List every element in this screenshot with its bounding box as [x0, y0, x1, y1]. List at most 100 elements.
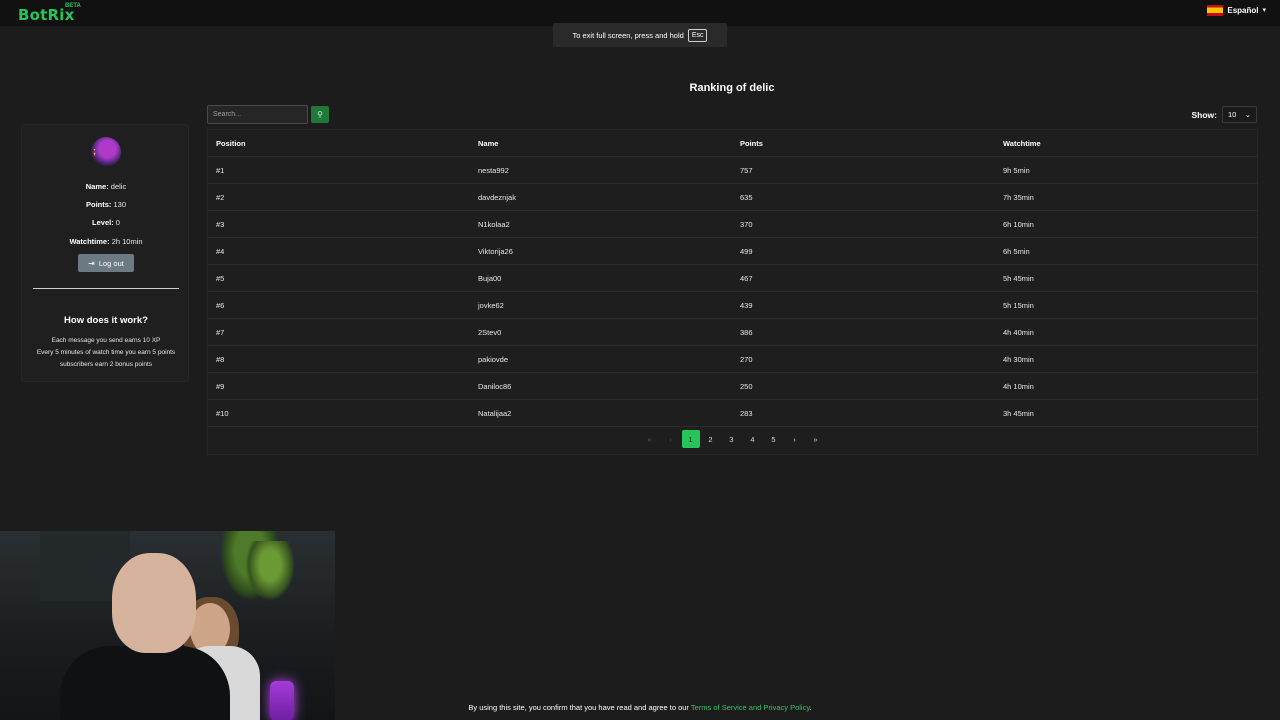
logout-label: Log out	[98, 258, 124, 268]
cell-points: 250	[740, 381, 753, 391]
profile-card: ; Name: delic Points: 130 Level: 0 Watch…	[21, 124, 189, 382]
table-row: #2 davdeznjak 635 7h 35min	[208, 184, 1257, 211]
cell-name: Daniloc86	[478, 381, 512, 391]
ranking-table: Position Name Points Watchtime #1 nesta99…	[207, 129, 1258, 455]
webcam-person-head	[112, 553, 196, 653]
chevron-down-icon: ▾	[1262, 7, 1266, 14]
page-button-1[interactable]: 1	[681, 430, 700, 448]
cell-watchtime: 4h 10min	[1003, 381, 1034, 391]
table-row: #6 jovke62 439 5h 15min	[208, 292, 1257, 319]
prev-page-button[interactable]: ‹	[661, 430, 681, 448]
first-page-button[interactable]: «	[640, 430, 660, 448]
cell-points: 386	[740, 327, 753, 337]
cell-name: pakiovde	[478, 354, 509, 364]
chevron-down-icon: ⌄	[1244, 110, 1251, 119]
cell-position: #3	[216, 219, 225, 229]
watchtime-label: Watchtime:	[69, 237, 110, 246]
footer-text: By using this site, you confirm that you…	[468, 703, 691, 712]
table-row: #10 Natalijaa2 283 3h 45min	[208, 400, 1257, 427]
cell-points: 635	[740, 192, 753, 202]
page-button-4[interactable]: 4	[743, 430, 763, 448]
column-header-watchtime[interactable]: Watchtime	[1003, 139, 1041, 148]
column-header-position[interactable]: Position	[216, 139, 246, 148]
profile-name: Name: delic	[22, 182, 190, 191]
profile-level: Level: 0	[22, 218, 190, 227]
column-header-name[interactable]: Name	[478, 139, 498, 148]
cell-points: 270	[740, 354, 753, 364]
page-button-2[interactable]: 2	[701, 430, 721, 448]
cell-name: davdeznjak	[478, 192, 516, 202]
profile-watchtime: Watchtime: 2h 10min	[22, 237, 190, 246]
cell-points: 439	[740, 300, 753, 310]
show-label: Show:	[1191, 109, 1218, 120]
cell-position: #1	[216, 165, 225, 175]
cell-name: jovke62	[478, 300, 504, 310]
footer-notice: By using this site, you confirm that you…	[0, 703, 1280, 712]
spain-flag-icon	[1207, 4, 1224, 16]
esc-key-badge: Esc	[687, 28, 708, 42]
logout-icon: ⇥	[88, 258, 95, 268]
cell-watchtime: 4h 30min	[1003, 354, 1034, 364]
cell-watchtime: 4h 40min	[1003, 327, 1034, 337]
profile-points: Points: 130	[22, 200, 190, 209]
cell-position: #2	[216, 192, 225, 202]
search-input[interactable]	[207, 105, 308, 124]
cell-name: Buja00	[478, 273, 502, 283]
terms-link[interactable]: Terms of Service and Privacy Policy	[691, 703, 810, 712]
webcam-plant	[245, 541, 295, 601]
table-header: Position Name Points Watchtime	[208, 130, 1257, 157]
table-row: #8 pakiovde 270 4h 30min	[208, 346, 1257, 373]
last-page-button[interactable]: »	[806, 430, 826, 448]
name-label: Name:	[85, 182, 109, 191]
toast-text: To exit full screen, press and hold	[572, 30, 684, 40]
cell-watchtime: 9h 5min	[1003, 165, 1030, 175]
cell-position: #9	[216, 381, 225, 391]
webcam-overlay	[0, 531, 335, 720]
table-row: #1 nesta992 757 9h 5min	[208, 157, 1257, 184]
points-label: Points:	[85, 200, 112, 209]
table-row: #3 N1kolaa2 370 6h 10min	[208, 211, 1257, 238]
table-row: #5 Buja00 467 5h 45min	[208, 265, 1257, 292]
cell-watchtime: 3h 45min	[1003, 408, 1034, 418]
column-header-points[interactable]: Points	[740, 139, 763, 148]
cell-name: Natalijaa2	[478, 408, 512, 418]
logout-button[interactable]: ⇥ Log out	[78, 254, 134, 272]
footer-end: .	[809, 703, 812, 712]
cell-position: #5	[216, 273, 225, 283]
page-size-select[interactable]: 10 ⌄	[1222, 106, 1257, 123]
page-button-3[interactable]: 3	[722, 430, 742, 448]
cell-position: #10	[216, 408, 229, 418]
page-size-value: 10	[1228, 110, 1237, 119]
cell-watchtime: 6h 10min	[1003, 219, 1034, 229]
cell-watchtime: 5h 45min	[1003, 273, 1034, 283]
cell-name: 2Stev0	[478, 327, 502, 337]
cell-name: nesta992	[478, 165, 509, 175]
cell-position: #4	[216, 246, 225, 256]
page-button-5[interactable]: 5	[764, 430, 784, 448]
search-icon: ⚲	[317, 110, 323, 119]
cell-points: 370	[740, 219, 753, 229]
watchtime-value: 2h 10min	[111, 237, 143, 246]
level-label: Level:	[92, 218, 114, 227]
cell-points: 467	[740, 273, 753, 283]
table-row: #4 Viktorija26 499 6h 5min	[208, 238, 1257, 265]
table-row: #7 2Stev0 386 4h 40min	[208, 319, 1257, 346]
page-size-control: Show: 10 ⌄	[1191, 106, 1257, 123]
cell-points: 757	[740, 165, 753, 175]
table-row: #9 Daniloc86 250 4h 10min	[208, 373, 1257, 400]
points-value: 130	[113, 200, 127, 209]
cell-points: 499	[740, 246, 753, 256]
page-title: Ranking of delic	[689, 82, 775, 94]
fullscreen-exit-toast: To exit full screen, press and hold Esc	[553, 23, 727, 47]
next-page-button[interactable]: ›	[785, 430, 805, 448]
cell-watchtime: 5h 15min	[1003, 300, 1034, 310]
cell-points: 283	[740, 408, 753, 418]
language-selector[interactable]: Español ▾	[1207, 4, 1266, 16]
search-button[interactable]: ⚲	[311, 106, 329, 123]
how-line: Every 5 minutes of watch time you earn 5…	[36, 349, 176, 356]
how-it-works-title: How does it work?	[64, 315, 148, 326]
webcam-light	[270, 681, 294, 720]
cell-name: Viktorija26	[478, 246, 513, 256]
cell-watchtime: 7h 35min	[1003, 192, 1034, 202]
divider	[33, 288, 179, 289]
